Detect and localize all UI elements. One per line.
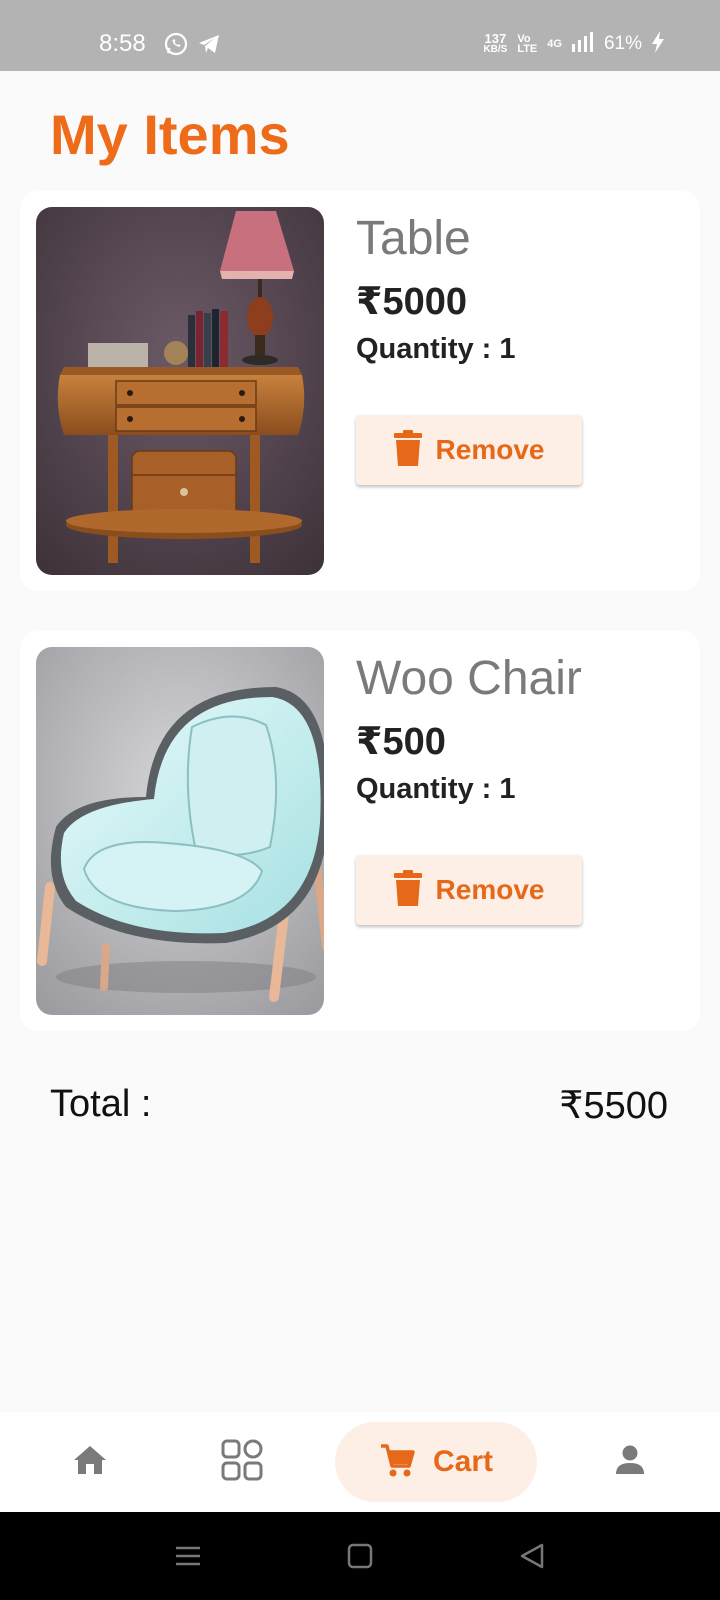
item-price: ₹500 — [356, 721, 446, 763]
net-speed: 137 KB/S — [483, 31, 508, 55]
item-quantity: Quantity : 1 — [356, 773, 516, 805]
signal-icon — [571, 31, 594, 57]
telegram-icon — [197, 32, 221, 56]
status-time: 8:58 — [99, 30, 146, 57]
bottom-nav: Cart — [0, 1412, 720, 1512]
nav-profile[interactable] — [590, 1412, 670, 1512]
back-icon[interactable] — [516, 1540, 548, 1572]
menu-icon[interactable] — [172, 1540, 204, 1572]
item-price: ₹5000 — [356, 281, 467, 323]
status-bar: 8:58 137 KB/S Vo LTE 4G 61% — [0, 0, 720, 71]
chair-image — [36, 647, 324, 1015]
cart-icon — [379, 1442, 415, 1483]
nav-categories[interactable] — [202, 1412, 282, 1512]
total-label: Total : — [50, 1083, 152, 1125]
remove-button[interactable]: Remove — [356, 855, 582, 925]
trash-icon — [393, 869, 422, 911]
person-icon — [614, 1444, 646, 1481]
remove-label: Remove — [435, 434, 545, 465]
remove-button[interactable]: Remove — [356, 415, 582, 485]
nav-cart-label: Cart — [432, 1445, 493, 1478]
trash-icon — [393, 429, 422, 471]
item-name: Table — [356, 212, 471, 265]
remove-label: Remove — [435, 874, 545, 905]
total-value: ₹5500 — [559, 1085, 668, 1127]
nav-cart[interactable]: Cart — [335, 1422, 537, 1502]
table-image — [36, 207, 324, 575]
network-type: 4G — [547, 38, 562, 50]
cart-item-card: Table ₹5000 Quantity : 1 Remove — [20, 191, 700, 591]
item-name: Woo Chair — [356, 652, 582, 705]
home-button-icon[interactable] — [344, 1540, 376, 1572]
charging-icon — [652, 30, 664, 58]
volte-indicator: Vo LTE — [517, 33, 538, 55]
item-quantity: Quantity : 1 — [356, 333, 516, 365]
page-title: My Items — [50, 103, 290, 166]
nav-home[interactable] — [50, 1412, 130, 1512]
status-indicators: 137 KB/S Vo LTE 4G 61% — [483, 30, 664, 58]
system-nav-bar — [0, 1512, 720, 1600]
home-icon — [72, 1444, 108, 1481]
cart-item-card: Woo Chair ₹500 Quantity : 1 Remove — [20, 631, 700, 1031]
grid-icon — [221, 1439, 263, 1486]
battery-percent: 61% — [603, 33, 642, 54]
whatsapp-icon — [164, 32, 188, 56]
